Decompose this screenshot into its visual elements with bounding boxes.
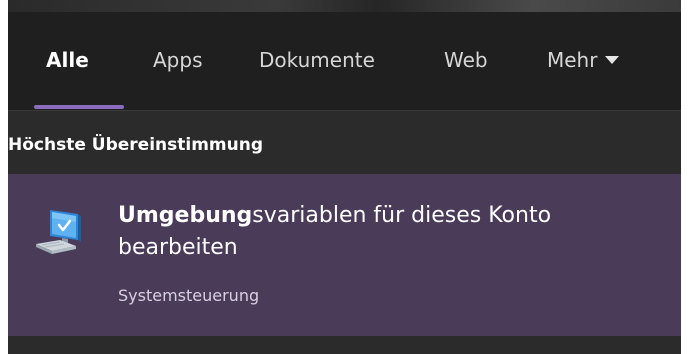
section-title: Höchste Übereinstimmung [8,135,263,155]
panel-bottom [8,336,681,354]
background-strip [8,0,681,12]
title-highlight: Umgebung [118,203,253,228]
tab-apps[interactable]: Apps [153,48,203,78]
tab-web[interactable]: Web [444,48,488,78]
tab-dokumente[interactable]: Dokumente [259,48,375,78]
filter-tab-bar: Alle Apps Dokumente Web Mehr [8,12,681,110]
search-window: Alle Apps Dokumente Web Mehr Höchste Übe… [0,0,689,354]
tab-mehr-label: Mehr [547,48,598,72]
active-tab-indicator [34,105,124,109]
control-panel-monitor-icon [36,210,81,254]
best-match-title: Umgebungsvariablen für dieses Konto bear… [118,200,638,264]
best-match-subtitle: Systemsteuerung [118,286,260,305]
tab-alle[interactable]: Alle [46,48,89,78]
tab-mehr[interactable]: Mehr [547,48,620,78]
best-match-header: Höchste Übereinstimmung [8,110,681,175]
best-match-result[interactable]: Umgebungsvariablen für dieses Konto bear… [8,174,681,336]
search-panel: Alle Apps Dokumente Web Mehr Höchste Übe… [8,12,681,354]
chevron-down-icon [605,55,620,64]
